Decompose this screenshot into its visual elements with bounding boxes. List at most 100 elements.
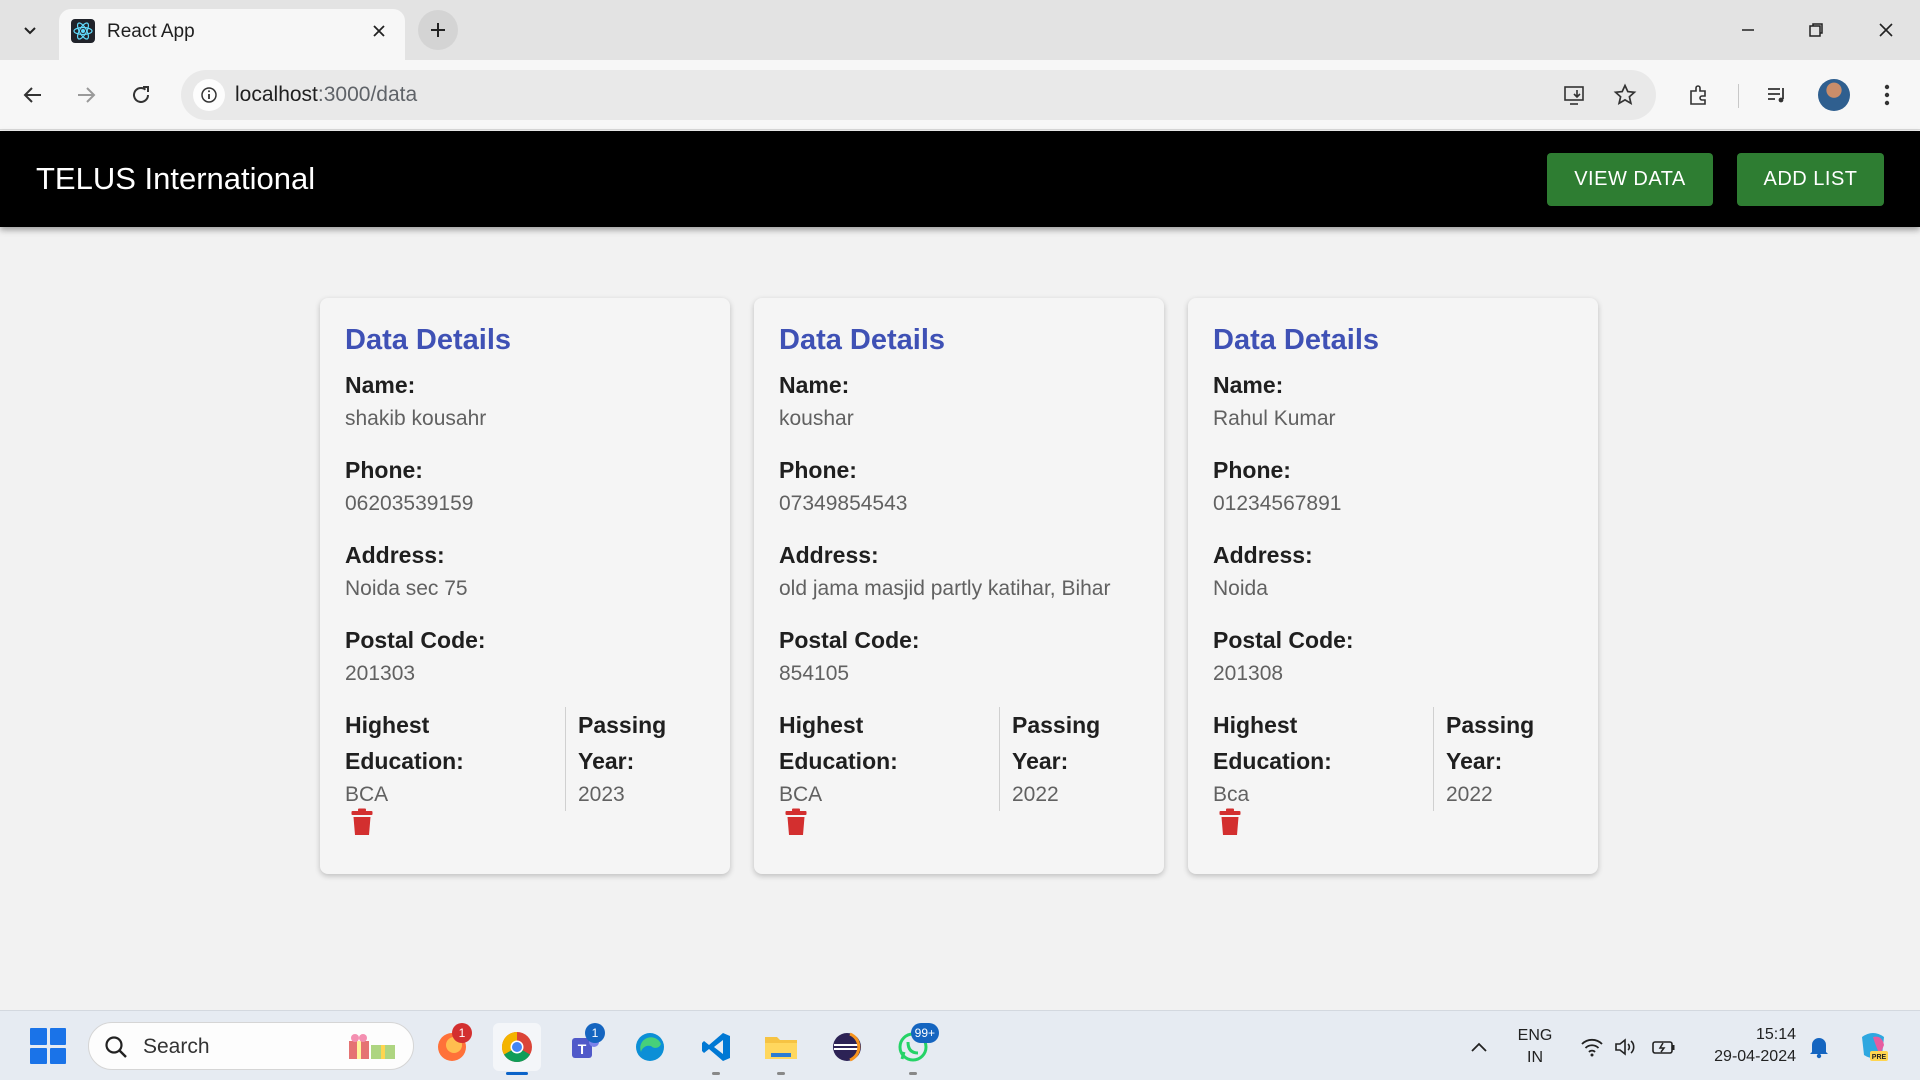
wifi-icon[interactable] [1578,1033,1606,1061]
education-value: BCA [345,783,389,806]
gift-boxes-icon [345,1031,401,1068]
copilot-icon[interactable]: PRE [1855,1028,1891,1064]
education-label: Education: [1213,748,1332,774]
postal-code-value: 201303 [345,662,416,685]
site-info-icon[interactable] [193,79,225,111]
name-value: shakib kousahr [345,407,487,430]
passing-year-column: Passing Year: 2023 [566,707,666,811]
education-row: Highest Education: BCA Passing Year: 202… [345,707,706,811]
address-label: Address: [779,542,879,568]
education-value: Bca [1213,783,1250,806]
passing-year-value: 2022 [1446,783,1493,806]
address-value: old jama masjid partly katihar, Bihar [779,577,1111,600]
chevron-up-icon[interactable] [1465,1033,1493,1061]
chrome-app-icon[interactable] [493,1023,541,1075]
data-card: Data Details Name: koushar Phone: 073498… [754,298,1164,874]
chrome-running-indicator [506,1072,528,1075]
back-arrow-icon[interactable] [13,75,53,115]
teams-badge: 1 [585,1023,605,1043]
passing-year-value: 2022 [1012,783,1059,806]
app-header: TELUS International VIEW DATA ADD LIST [0,131,1920,227]
name-label: Name: [779,372,850,398]
delete-trash-icon[interactable] [782,806,810,838]
education-label: Education: [345,748,464,774]
url-path: :3000/data [317,83,418,106]
year-label: Year: [578,748,635,774]
forward-arrow-icon[interactable] [66,75,106,115]
eclipse-app-icon[interactable] [823,1023,871,1071]
delete-trash-icon[interactable] [348,806,376,838]
year-label: Year: [1446,748,1503,774]
address-label: Address: [345,542,445,568]
teams-app-icon[interactable]: T 1 [561,1023,609,1071]
close-tab-icon[interactable] [367,19,391,43]
data-card: Data Details Name: shakib kousahr Phone:… [320,298,730,874]
volume-icon[interactable] [1612,1033,1640,1061]
postal-code-value: 201308 [1213,662,1284,685]
close-window-icon[interactable] [1866,12,1906,48]
vscode-running-indicator [712,1072,720,1075]
browser-tab-active[interactable]: React App [59,9,405,60]
more-menu-icon[interactable] [1872,80,1902,110]
minimize-icon[interactable] [1728,12,1768,48]
phone-label: Phone: [345,457,423,483]
address-bar[interactable]: localhost:3000/data [181,70,1656,120]
card-title: Data Details [779,324,946,356]
postal-code-label: Postal Code: [1213,627,1354,653]
file-explorer-app-icon[interactable] [757,1023,805,1075]
bookmark-star-icon[interactable] [1611,81,1639,109]
address-value: Noida sec 75 [345,577,468,600]
extensions-puzzle-icon[interactable] [1684,80,1714,110]
education-label: Education: [779,748,898,774]
windows-start-icon[interactable] [30,1028,66,1064]
address-value: Noida [1213,577,1268,600]
passing-label: Passing [578,712,667,738]
whatsapp-badge: 99+ [910,1023,939,1043]
profile-avatar[interactable] [1818,79,1850,111]
language-indicator[interactable]: ENG IN [1515,1025,1555,1069]
media-queue-icon[interactable] [1762,80,1792,110]
url-text: localhost:3000/data [235,83,417,107]
add-list-button[interactable]: ADD LIST [1737,153,1884,206]
whatsapp-app-icon[interactable]: 99+ [889,1023,939,1075]
postal-code-label: Postal Code: [779,627,920,653]
browser-tabstrip: React App [0,0,1920,60]
taskbar-search-box[interactable]: Search [88,1022,414,1070]
reload-icon[interactable] [121,75,161,115]
toolbar-separator [1738,84,1739,108]
phone-value: 01234567891 [1213,492,1342,515]
search-icon [103,1034,129,1065]
system-clock[interactable]: 15:14 29-04-2024 [1700,1024,1796,1068]
edge-app-icon[interactable] [626,1023,674,1071]
postal-code-value: 854105 [779,662,850,685]
clock-date: 29-04-2024 [1714,1048,1796,1065]
phone-label: Phone: [779,457,857,483]
vscode-app-icon[interactable] [692,1023,740,1075]
name-label: Name: [345,372,416,398]
delete-trash-icon[interactable] [1216,806,1244,838]
install-app-icon[interactable] [1561,81,1589,109]
view-data-button[interactable]: VIEW DATA [1547,153,1713,206]
passing-year-value: 2023 [578,783,625,806]
card-title: Data Details [1213,324,1380,356]
card-title: Data Details [345,324,512,356]
education-column: Highest Education: Bca [1213,707,1434,811]
passing-year-column: Passing Year: 2022 [1434,707,1534,811]
highest-label: Highest [345,712,430,738]
firefox-badge: 1 [452,1023,472,1043]
battery-icon[interactable] [1650,1033,1678,1061]
passing-label: Passing [1012,712,1101,738]
education-row: Highest Education: Bca Passing Year: 202… [1213,707,1574,811]
passing-year-column: Passing Year: 2022 [1000,707,1100,811]
notification-bell-icon[interactable] [1805,1033,1833,1061]
firefox-app-icon[interactable]: 1 [428,1023,476,1071]
browser-toolbar: localhost:3000/data [0,60,1920,130]
clock-time: 15:14 [1755,1026,1796,1043]
phone-value: 06203539159 [345,492,474,515]
explorer-running-indicator [777,1072,785,1075]
tab-search-chevron-icon[interactable] [14,12,46,48]
brand-title: TELUS International [36,161,316,196]
restore-icon[interactable] [1796,12,1836,48]
new-tab-plus-icon[interactable] [418,10,458,50]
passing-label: Passing [1446,712,1535,738]
